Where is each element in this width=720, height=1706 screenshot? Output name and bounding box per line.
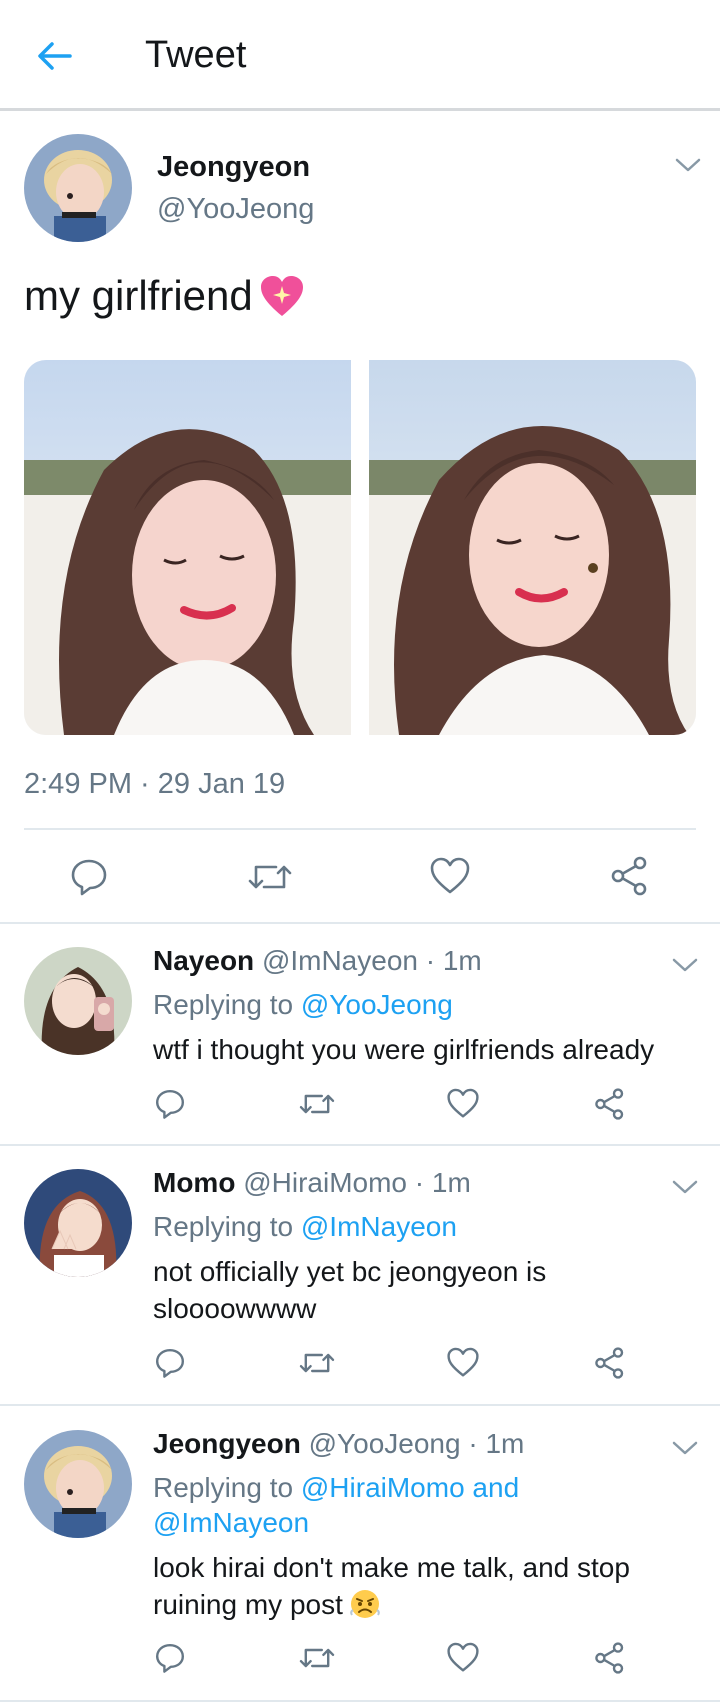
replying-to: Replying to @YooJeong	[153, 989, 453, 1021]
reply-meta: @HiraiMomo · 1m	[243, 1167, 471, 1198]
reply-header: Jeongyeon @YooJeong · 1m	[153, 1428, 524, 1460]
chevron-down-icon[interactable]	[672, 957, 698, 973]
like-icon[interactable]	[430, 857, 470, 895]
divider	[0, 1404, 720, 1406]
divider	[0, 1144, 720, 1146]
avatar[interactable]	[24, 947, 132, 1055]
author-handle[interactable]: @YooJeong	[157, 193, 314, 226]
retweet-icon[interactable]	[299, 1347, 335, 1379]
reply-author-name[interactable]: Jeongyeon	[153, 1428, 301, 1459]
mention-link[interactable]: @ImNayeon	[153, 1507, 309, 1539]
replying-prefix: Replying to	[153, 1211, 294, 1242]
mention-link[interactable]: @ImNayeon	[301, 1211, 457, 1242]
page-title: Tweet	[145, 34, 247, 76]
divider	[24, 828, 696, 830]
reply-author-name[interactable]: Nayeon	[153, 945, 254, 976]
tweet-text-content: my girlfriend	[24, 272, 253, 319]
replying-prefix: Replying to	[153, 989, 294, 1020]
divider	[0, 922, 720, 924]
chevron-down-icon[interactable]	[675, 157, 701, 173]
tweet-text: my girlfriend	[24, 272, 305, 320]
reply-meta: @ImNayeon · 1m	[261, 945, 482, 976]
share-icon[interactable]	[594, 1347, 626, 1379]
mention-link[interactable]: @YooJeong	[301, 989, 453, 1020]
retweet-icon[interactable]	[299, 1088, 335, 1120]
reply-header: Nayeon @ImNayeon · 1m	[153, 945, 482, 977]
avatar[interactable]	[24, 134, 132, 242]
divider	[0, 1700, 720, 1702]
reply-icon[interactable]	[69, 857, 109, 897]
angry-face-emoji	[349, 1588, 381, 1620]
share-icon[interactable]	[594, 1088, 626, 1120]
reply-text: not officially yet bc jeongyeon is slooo…	[153, 1256, 547, 1324]
reply-icon[interactable]	[154, 1347, 186, 1379]
tweet-timestamp: 2:49 PM · 29 Jan 19	[24, 768, 286, 800]
top-app-bar: Tweet	[0, 0, 720, 111]
chevron-down-icon[interactable]	[672, 1179, 698, 1195]
like-icon[interactable]	[447, 1642, 479, 1673]
chevron-down-icon[interactable]	[672, 1440, 698, 1456]
reply-text: wtf i thought you were girlfriends alrea…	[153, 1034, 655, 1065]
reply-text-content: look hirai don't make me talk, and stop …	[153, 1552, 630, 1620]
reply-text: look hirai don't make me talk, and stop …	[153, 1549, 683, 1623]
like-icon[interactable]	[447, 1088, 479, 1119]
media-image[interactable]	[369, 360, 696, 735]
reply-icon[interactable]	[154, 1088, 186, 1120]
share-icon[interactable]	[594, 1642, 626, 1674]
sparkling-heart-emoji	[259, 274, 305, 318]
like-icon[interactable]	[447, 1347, 479, 1378]
reply-icon[interactable]	[154, 1642, 186, 1674]
media-image[interactable]	[24, 360, 351, 735]
replying-to: Replying to @ImNayeon	[153, 1211, 457, 1243]
mention-link[interactable]: @HiraiMomo and	[301, 1472, 519, 1503]
retweet-icon[interactable]	[248, 857, 292, 897]
reply-header: Momo @HiraiMomo · 1m	[153, 1167, 471, 1199]
avatar[interactable]	[24, 1430, 132, 1538]
reply-meta: @YooJeong · 1m	[308, 1428, 525, 1459]
author-name[interactable]: Jeongyeon	[157, 151, 310, 184]
replying-prefix: Replying to	[153, 1472, 294, 1503]
share-icon[interactable]	[610, 856, 650, 896]
reply-author-name[interactable]: Momo	[153, 1167, 235, 1198]
replying-to: Replying to @HiraiMomo and	[153, 1472, 519, 1504]
avatar[interactable]	[24, 1169, 132, 1277]
back-arrow-icon[interactable]	[34, 36, 74, 76]
retweet-icon[interactable]	[299, 1642, 335, 1674]
